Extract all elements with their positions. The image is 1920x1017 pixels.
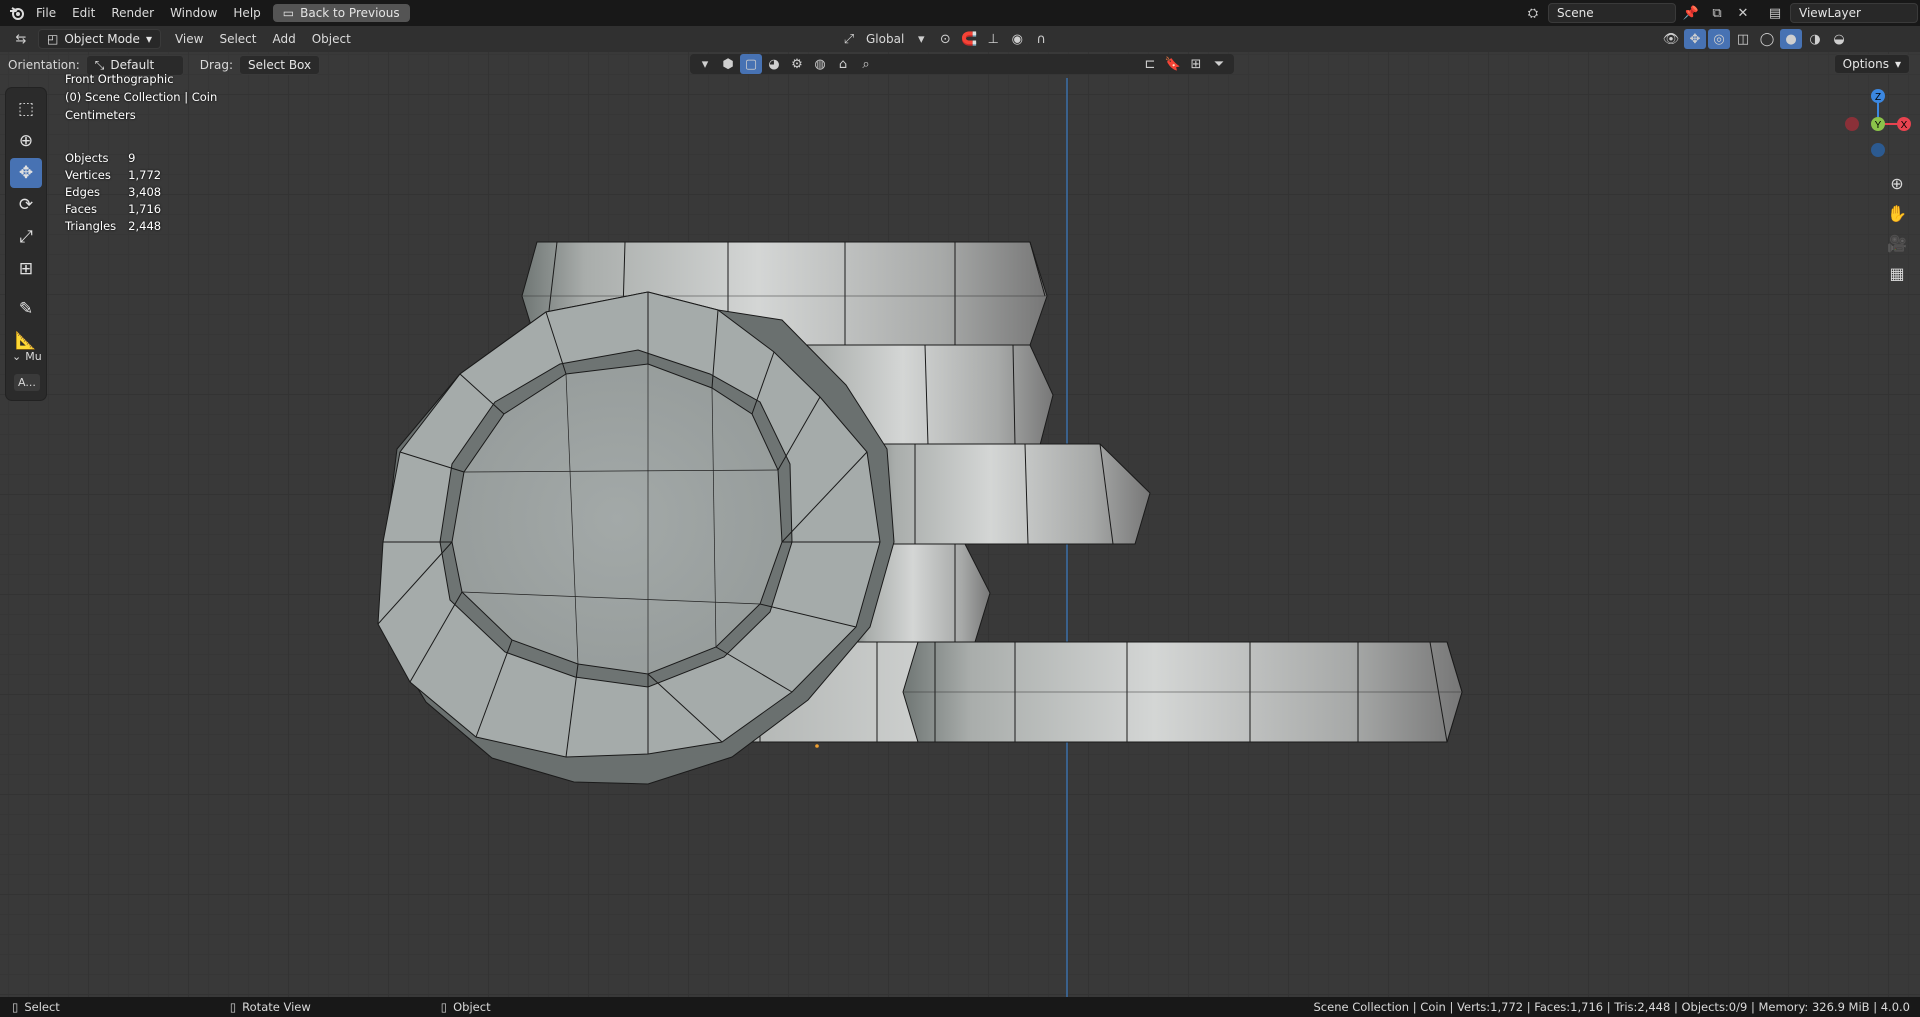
scene-statistics: Objects 9 Vertices 1,772 Edges 3,408 Faces 1… — [65, 150, 173, 235]
scene-selector[interactable]: Scene — [1548, 3, 1676, 23]
select-box-tool-icon[interactable]: ⬚ — [10, 94, 42, 124]
mode-label: Object Mode — [64, 32, 140, 46]
transform-tool-icon[interactable]: ⊞ — [10, 254, 42, 284]
menu-object[interactable]: Object — [304, 32, 359, 46]
gizmo-toggle-icon[interactable]: ✥ — [1684, 29, 1706, 49]
stat-label: Objects — [65, 151, 109, 165]
cursor-tool-icon[interactable]: ⊕ — [10, 126, 42, 156]
mode-selector[interactable]: ◰ Object Mode ▾ — [38, 29, 161, 49]
top-bar: File Edit Render Window Help ▭ Back to P… — [0, 0, 1920, 26]
scene-icon[interactable]: ⛭ — [1522, 3, 1544, 23]
gizmo-z-label: Z — [1875, 92, 1881, 103]
gizmo-y-label: Y — [1875, 120, 1882, 131]
delete-scene-icon[interactable]: ✕ — [1732, 3, 1754, 23]
tool-panel-button[interactable]: A... — [14, 374, 40, 391]
units-label: Centimeters — [65, 108, 136, 122]
chevron-down-icon: ▾ — [145, 32, 152, 46]
status-bar: ▯ Select ▯ Rotate View ▯ Object Scene Co… — [0, 997, 1920, 1017]
overlay-toggle-icon[interactable]: ◎ — [1708, 29, 1730, 49]
stat-label: Faces — [65, 202, 97, 216]
pan-hand-icon[interactable]: ✋ — [1884, 200, 1910, 226]
snap-icon[interactable]: 🧲 — [958, 29, 980, 49]
status-object: Object — [453, 1000, 491, 1014]
viewlayer-selector[interactable]: ViewLayer — [1790, 3, 1918, 23]
stat-value: 1,772 — [128, 168, 162, 182]
stat-value: 3,408 — [128, 185, 162, 199]
chevron-down-icon[interactable]: ▾ — [910, 29, 932, 49]
back-to-previous-button[interactable]: ▭ Back to Previous — [272, 4, 410, 22]
viewport-header: ⇆ ◰ Object Mode ▾ View Select Add Object… — [0, 26, 1920, 52]
screen-icon: ▭ — [282, 6, 295, 20]
chevron-down-icon: ⌄ — [12, 350, 22, 363]
scale-tool-icon[interactable]: ⤢ — [10, 222, 42, 252]
mouse-right-icon: ▯ — [440, 1000, 448, 1014]
viewport-info: Front Orthographic (0) Scene Collection … — [65, 70, 217, 124]
menu-add[interactable]: Add — [264, 32, 303, 46]
new-scene-icon[interactable]: ⧉ — [1706, 3, 1728, 23]
menu-select[interactable]: Select — [211, 32, 264, 46]
tool-panel-header[interactable]: ⌄ Mu — [12, 350, 42, 363]
proportional-editing-icon[interactable]: ◉ — [1006, 29, 1028, 49]
menu-help[interactable]: Help — [225, 6, 268, 20]
stat-value: 9 — [128, 151, 136, 165]
solid-shading-icon[interactable]: ● — [1780, 29, 1802, 49]
menu-view[interactable]: View — [167, 32, 211, 46]
zoom-icon[interactable]: ⊕ — [1884, 170, 1910, 196]
menu-edit[interactable]: Edit — [64, 6, 103, 20]
status-select: Select — [24, 1000, 60, 1014]
navigation-gizmo[interactable]: Z X Y — [1830, 72, 1920, 162]
menu-file[interactable]: File — [28, 6, 64, 20]
collection-name: (0) Scene Collection | Coin — [65, 90, 218, 104]
3d-viewport[interactable]: Orientation: ⤡ Default Drag: Select Box … — [0, 52, 1920, 997]
gizmo-neg-z-axis[interactable] — [1871, 143, 1885, 157]
stat-label: Vertices — [65, 168, 111, 182]
grid-perspective-icon[interactable]: ▦ — [1884, 260, 1910, 286]
wireframe-shading-icon[interactable]: ◯ — [1756, 29, 1778, 49]
coin-meshes[interactable] — [0, 52, 1920, 997]
status-rotate: Rotate View — [242, 1000, 311, 1014]
object-mode-icon: ◰ — [47, 32, 59, 46]
pivot-point-icon[interactable]: ⊙ — [934, 29, 956, 49]
move-tool-icon[interactable]: ✥ — [10, 158, 42, 188]
mouse-left-icon: ▯ — [12, 1000, 19, 1014]
annotate-tool-icon[interactable]: ✎ — [10, 294, 42, 324]
mouse-middle-icon: ▯ — [229, 1000, 237, 1014]
gizmo-x-label: X — [1901, 120, 1908, 131]
stat-label: Triangles — [65, 219, 117, 233]
viewlayer-icon[interactable]: ▤ — [1764, 3, 1786, 23]
transform-orientation-dropdown[interactable]: Global — [862, 32, 908, 46]
snap-target-icon[interactable]: ⊥ — [982, 29, 1004, 49]
blender-logo-icon[interactable] — [6, 3, 28, 23]
view-name: Front Orthographic — [65, 72, 174, 86]
stat-label: Edges — [65, 185, 100, 199]
editor-type-icon[interactable]: ⇆ — [10, 29, 32, 49]
menu-window[interactable]: Window — [162, 6, 225, 20]
rotate-tool-icon[interactable]: ⟳ — [10, 190, 42, 220]
scene-name: Scene — [1557, 6, 1594, 20]
rendered-shading-icon[interactable]: ◒ — [1828, 29, 1850, 49]
menu-render[interactable]: Render — [103, 6, 162, 20]
gizmo-neg-x-axis[interactable] — [1845, 117, 1859, 131]
stat-value: 2,448 — [128, 219, 162, 233]
xray-icon[interactable]: ◫ — [1732, 29, 1754, 49]
falloff-icon[interactable]: ∩ — [1030, 29, 1052, 49]
tool-panel-button-label: A... — [18, 376, 36, 389]
material-shading-icon[interactable]: ◑ — [1804, 29, 1826, 49]
camera-icon[interactable]: 🎥 — [1884, 230, 1910, 256]
stat-value: 1,716 — [128, 202, 162, 216]
tool-panel-label: Mu — [25, 350, 42, 363]
back-to-previous-label: Back to Previous — [300, 6, 400, 20]
status-info: Scene Collection | Coin | Verts:1,772 | … — [1313, 1000, 1911, 1014]
viewlayer-name: ViewLayer — [1799, 6, 1861, 20]
visibility-icon[interactable]: 👁 — [1660, 29, 1682, 49]
transform-orientation-icon: ⤢ — [843, 31, 855, 47]
coin-side-3 — [859, 443, 1151, 545]
pin-icon[interactable]: 📌 — [1680, 3, 1702, 23]
